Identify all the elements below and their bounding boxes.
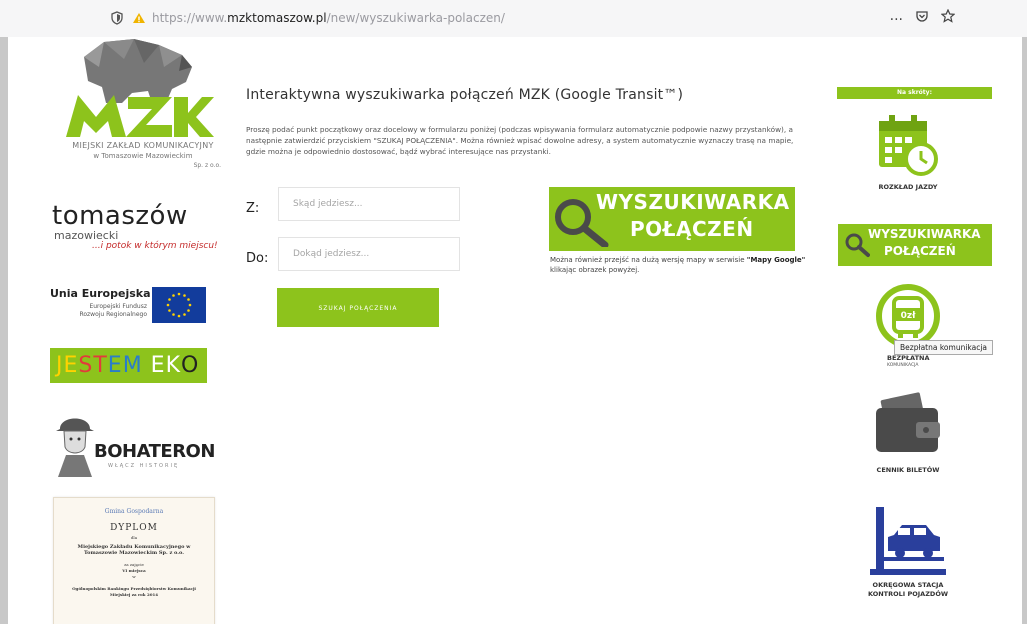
- calendar-clock-icon: [879, 115, 938, 176]
- tomaszow-subtitle: mazowiecki: [54, 229, 119, 242]
- page-gutter-left: [0, 37, 8, 624]
- wallet-icon: [876, 392, 940, 452]
- tomaszow-title: tomaszów: [52, 201, 188, 231]
- tomaszow-logo[interactable]: tomaszów mazowiecki ...i potok w którym …: [52, 202, 232, 262]
- intro-text: Proszę podać punkt początkowy oraz docel…: [246, 125, 794, 156]
- ticket-prices-tile[interactable]: CENNIK BILETÓW: [845, 392, 971, 475]
- connection-search-shortcut[interactable]: WYSZUKIWARKA POŁĄCZEŃ: [838, 224, 992, 266]
- url-text[interactable]: https://www.mzktomaszow.pl/new/wyszukiwa…: [152, 11, 505, 25]
- to-input[interactable]: [278, 237, 460, 271]
- free-transport-tile[interactable]: 0zł BEZPŁATNA KOMUNIKACJA: [845, 282, 971, 368]
- eu-flag-icon: [152, 287, 206, 323]
- mzk-company-name: MIEJSKI ZAKŁAD KOMUNIKACYJNY w Tomaszowi…: [72, 141, 221, 169]
- car-lift-icon: [870, 507, 946, 575]
- eu-logo[interactable]: Unia Europejska Europejski Fundusz Rozwoj…: [50, 287, 210, 327]
- to-label: Do:: [246, 251, 269, 266]
- diploma-image[interactable]: Gmina Gospodarna DYPLOM dla Miejskiego Z…: [53, 497, 215, 624]
- page-gutter-right: [1022, 37, 1027, 624]
- tooltip: Bezpłatna komunikacja: [894, 340, 994, 355]
- pocket-icon[interactable]: [915, 9, 929, 23]
- connection-search-banner[interactable]: WYSZUKIWARKA POŁĄCZEŃ: [549, 187, 795, 251]
- shortcuts-header: Na skróty:: [837, 87, 992, 99]
- shield-icon[interactable]: [110, 11, 124, 25]
- soldier-icon: [56, 418, 94, 477]
- timetable-tile[interactable]: ROZKŁAD JAZDY: [845, 109, 971, 192]
- bohateron-logo[interactable]: BOHATERON WŁĄCZ HISTORIĘ: [52, 407, 215, 477]
- browser-toolbar: https://www.mzktomaszow.pl/new/wyszukiwa…: [0, 0, 1027, 38]
- vehicle-inspection-tile[interactable]: OKRĘGOWA STACJA KONTROLI POJAZDÓW: [845, 505, 971, 599]
- from-input[interactable]: [278, 187, 460, 221]
- more-icon[interactable]: ...: [890, 8, 903, 24]
- magnifier-icon: [845, 233, 870, 257]
- star-icon[interactable]: [941, 9, 955, 23]
- jestem-eko-banner[interactable]: JESTEM EKO: [50, 348, 207, 383]
- tomaszow-slogan: ...i potok w którym miejscu!: [92, 241, 218, 251]
- lock-icon[interactable]: [132, 11, 146, 25]
- page-content: MIEJSKI ZAKŁAD KOMUNIKACYJNY w Tomaszowi…: [8, 37, 1022, 624]
- map-note: Można również przejść na dużą wersję map…: [550, 256, 806, 274]
- search-connections-button[interactable]: SZUKAJ POŁĄCZENIA: [277, 288, 439, 327]
- svg-text:0zł: 0zł: [901, 311, 917, 321]
- from-label: Z:: [246, 201, 260, 216]
- address-bar[interactable]: https://www.mzktomaszow.pl/new/wyszukiwa…: [100, 6, 950, 30]
- page-title: Interaktywna wyszukiwarka połączeń MZK (…: [246, 87, 684, 103]
